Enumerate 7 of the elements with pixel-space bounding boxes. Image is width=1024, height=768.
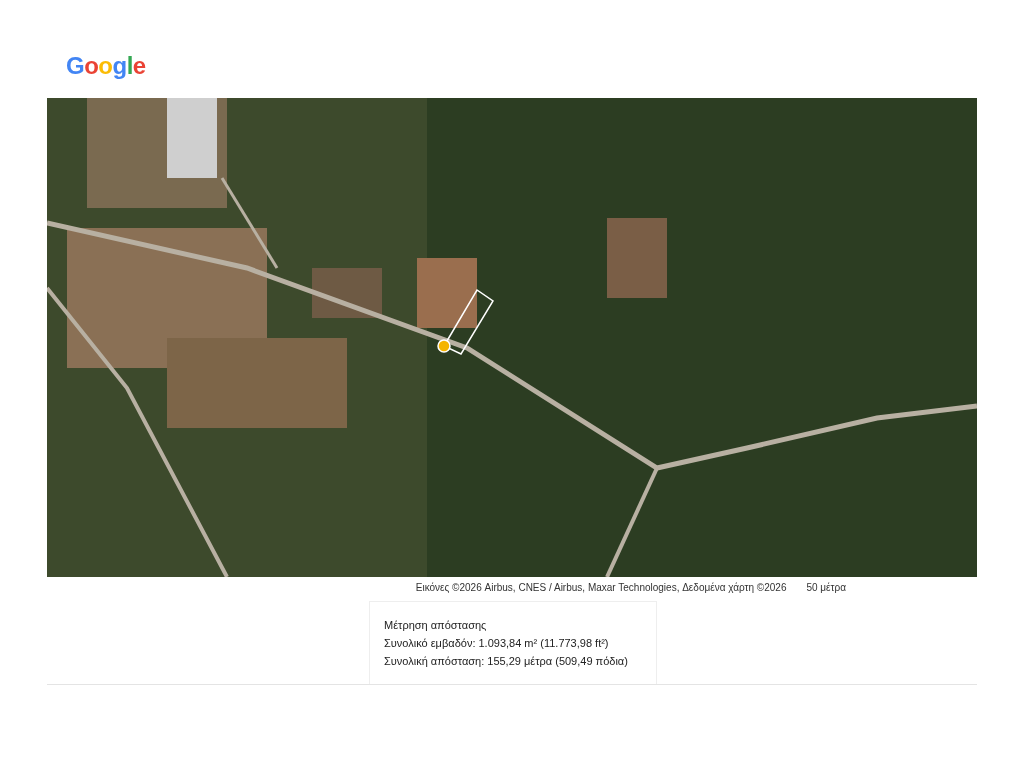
measurement-result: Συνολική απόσταση: 155,29 μέτρα (509,49 πόδια) xyxy=(384,654,629,669)
satellite-map[interactable] xyxy=(47,98,977,577)
measurement-result: Συνολικό εμβαδόν: 1.093,84 m² (11.773,98 ft²) xyxy=(384,636,610,651)
google-logo: Google xyxy=(66,52,146,81)
measurement-title: Μέτρηση απόστασης xyxy=(384,618,488,633)
map-scale: 50 μέτρα xyxy=(806,582,846,593)
map-attribution: Εικόνες ©2026 Airbus, CNES / Airbus, Maxar Technologies, Δεδομένα χάρτη ©2026 xyxy=(415,582,787,593)
